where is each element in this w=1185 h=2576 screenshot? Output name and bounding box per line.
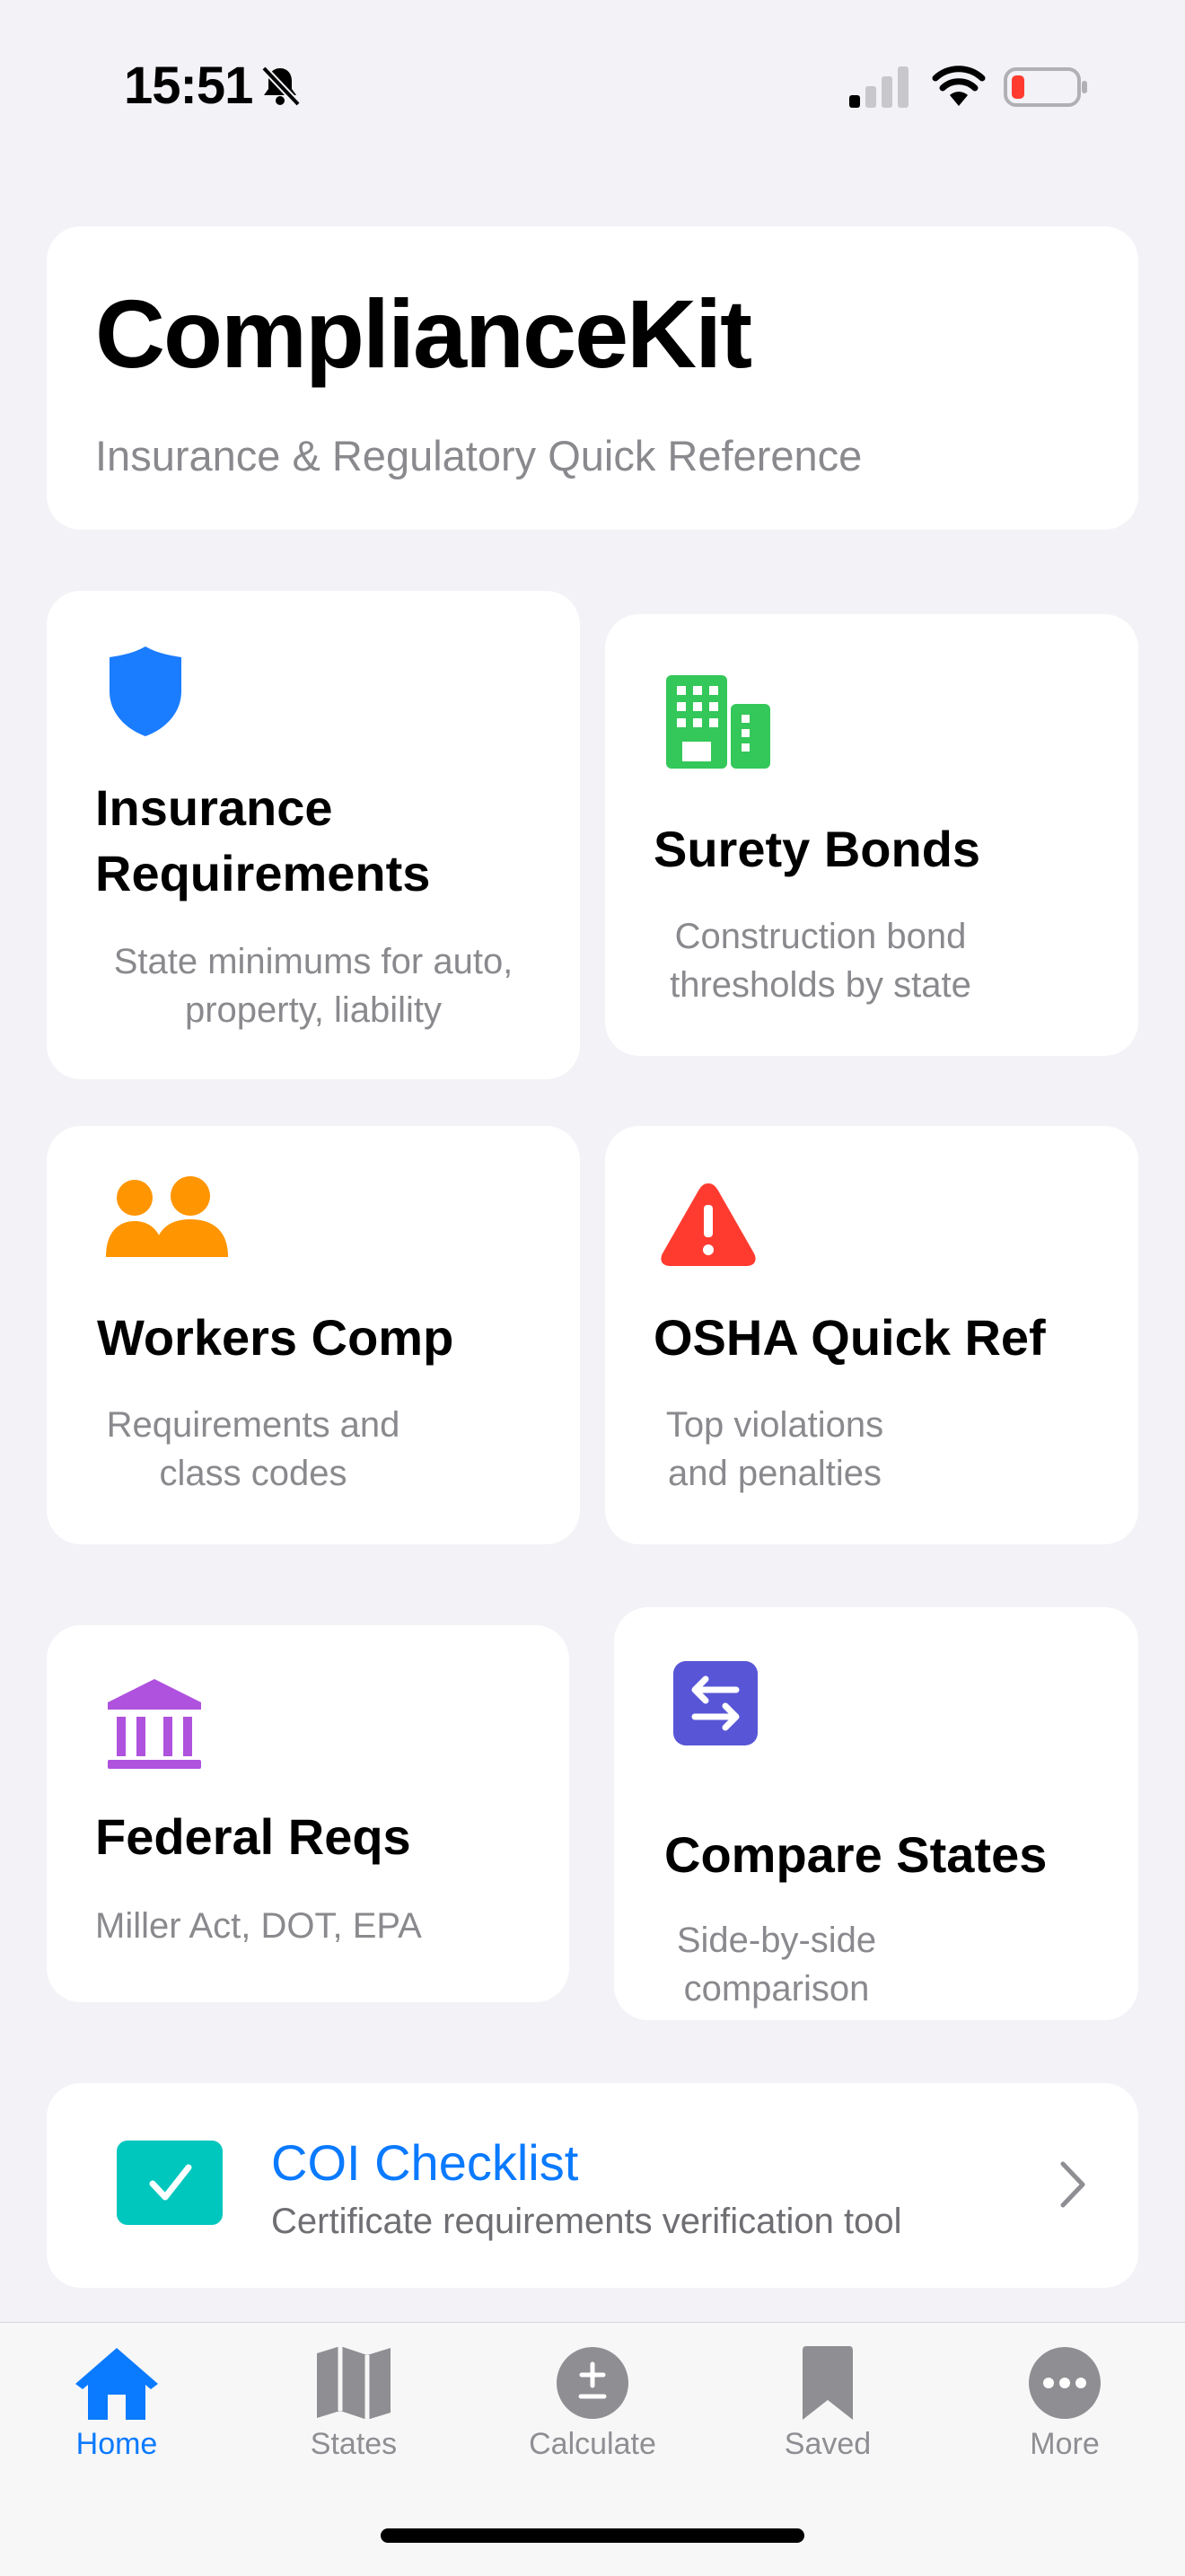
tile-description: Requirements and class codes <box>106 1405 400 1493</box>
tab-label: States <box>310 2427 398 2461</box>
tab-label: Home <box>75 2427 158 2461</box>
warning-icon <box>661 1183 756 1266</box>
checkmark-square-icon <box>117 2141 223 2225</box>
ellipsis-circle-icon <box>1029 2347 1101 2419</box>
tile-title: OSHA Quick Ref <box>654 1309 1046 1366</box>
tile-description: Top violations and penalties <box>665 1405 884 1493</box>
tile-title: Surety Bonds <box>654 821 981 877</box>
tab-calculate[interactable]: Calculate <box>503 2344 682 2462</box>
shield-icon <box>110 646 181 736</box>
tab-label: More <box>1030 2427 1100 2461</box>
tab-saved[interactable]: Saved <box>738 2344 917 2462</box>
tab-more[interactable]: More <box>975 2344 1154 2462</box>
tab-states[interactable]: States <box>264 2344 443 2462</box>
federal-reqs-card[interactable]: Federal Reqs Miller Act, DOT, EPA <box>47 1625 569 2002</box>
tile-title: Federal Reqs <box>95 1808 411 1865</box>
tab-label: Saved <box>784 2427 872 2461</box>
coi-subtitle: Certificate requirements verification to… <box>271 2202 902 2241</box>
coi-title: COI Checklist <box>271 2134 579 2191</box>
compare-states-card[interactable]: Compare States Side-by-side comparison <box>614 1607 1138 2020</box>
tile-description: State minimums for auto, property, liabi… <box>113 942 514 1030</box>
osha-quick-ref-card[interactable]: OSHA Quick Ref Top violations and penalt… <box>605 1126 1138 1544</box>
chevron-right-icon <box>1060 2161 1085 2208</box>
cellular-signal-icon <box>849 66 908 108</box>
tab-home[interactable]: Home <box>27 2344 206 2462</box>
wifi-icon <box>932 66 986 106</box>
workers-comp-card[interactable]: Workers Comp Requirements and class code… <box>47 1126 580 1544</box>
app-title: ComplianceKit <box>95 279 752 388</box>
tile-title: Insurance Requirements <box>95 779 431 901</box>
bell-slash-icon <box>261 66 301 107</box>
status-time: 15:51 <box>124 57 253 115</box>
map-icon <box>317 2346 391 2420</box>
insurance-requirements-card[interactable]: Insurance Requirements State minimums fo… <box>47 591 580 1079</box>
bank-icon <box>108 1679 201 1769</box>
tile-description: Miller Act, DOT, EPA <box>95 1906 422 1946</box>
building-icon <box>666 675 770 769</box>
home-indicator <box>381 2528 804 2543</box>
house-icon <box>75 2348 158 2420</box>
app-subtitle: Insurance & Regulatory Quick Reference <box>95 432 863 479</box>
tile-description: Side-by-side comparison <box>676 1921 877 2009</box>
people-icon <box>106 1176 228 1257</box>
surety-bonds-card[interactable]: Surety Bonds Construction bond threshold… <box>605 614 1138 1056</box>
swap-arrows-icon <box>673 1661 758 1745</box>
tile-title: Compare States <box>664 1826 1048 1883</box>
tab-label: Calculate <box>529 2427 656 2461</box>
battery-low-icon <box>1004 67 1087 107</box>
tile-description: Construction bond thresholds by state <box>670 917 971 1005</box>
tile-title: Workers Comp <box>97 1309 454 1366</box>
bookmark-icon <box>803 2346 853 2420</box>
plus-minus-icon <box>557 2347 628 2419</box>
coi-checklist-row[interactable]: COI Checklist Certificate requirements v… <box>47 2083 1138 2288</box>
